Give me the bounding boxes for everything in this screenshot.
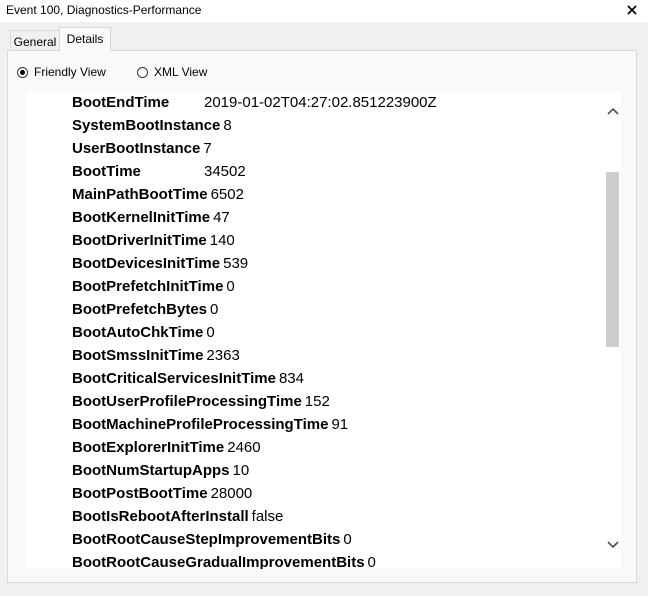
event-data-key: BootPrefetchBytes (72, 300, 208, 318)
xml-view-radio[interactable]: XML View (137, 64, 207, 80)
event-data-key: BootPrefetchInitTime (72, 277, 224, 295)
tab-general[interactable]: General (10, 30, 60, 50)
event-data-row: BootSmssInitTime 2363 (72, 345, 240, 365)
friendly-view-radio[interactable]: Friendly View (17, 64, 106, 80)
event-data-row: BootCriticalServicesInitTime 834 (72, 368, 304, 388)
event-data-row: BootDevicesInitTime 539 (72, 253, 248, 273)
event-data-value: 0 (343, 530, 352, 548)
title-bar: Event 100, Diagnostics-Performance (0, 0, 648, 22)
event-data-row: BootTime 34502 (72, 161, 246, 181)
event-data-row: BootMachineProfileProcessingTime 91 (72, 414, 348, 434)
event-data-value: 8 (223, 116, 232, 134)
event-data-key: BootTime (72, 162, 141, 180)
event-data-row: BootPrefetchInitTime 0 (72, 276, 235, 296)
event-data-key: BootDevicesInitTime (72, 254, 221, 272)
event-data-value: 47 (213, 208, 230, 226)
event-data-row: BootUserProfileProcessingTime 152 (72, 391, 330, 411)
event-data-key: MainPathBootTime (72, 185, 208, 203)
event-data-view[interactable]: BootEndTime 2019-01-02T04:27:02.851223900… (26, 92, 604, 569)
friendly-view-label: Friendly View (34, 65, 106, 79)
event-data-value: 2019-01-02T04:27:02.851223900Z (204, 93, 437, 111)
event-data-value: 91 (331, 415, 349, 433)
radio-unselected-icon (137, 66, 148, 78)
event-data-key: BootRootCauseGradualImprovementBits (72, 553, 365, 570)
chevron-up-icon[interactable] (604, 102, 621, 119)
event-data-key: BootRootCauseStepImprovementBits (72, 530, 341, 548)
event-data-key: BootIsRebootAfterInstall (72, 507, 249, 525)
event-data-key: BootUserProfileProcessingTime (72, 392, 302, 410)
event-data-value: 6502 (210, 185, 244, 203)
event-data-row: BootExplorerInitTime 2460 (72, 437, 261, 457)
event-data-row: BootPrefetchBytes 0 (72, 299, 218, 319)
event-data-row: BootNumStartupApps 10 (72, 460, 249, 480)
event-data-value: 34502 (204, 162, 246, 180)
event-data-row: BootPostBootTime 28000 (72, 483, 252, 503)
radio-selected-icon (17, 66, 28, 78)
details-panel: Friendly View XML View BootEndTime 2019-0… (7, 50, 637, 583)
tab-details[interactable]: Details (59, 27, 111, 51)
window-title: Event 100, Diagnostics-Performance (6, 3, 202, 17)
event-data-value: 2363 (206, 346, 240, 364)
event-data-key: BootNumStartupApps (72, 461, 230, 479)
event-data-key: BootEndTime (72, 93, 170, 111)
vertical-scrollbar[interactable] (604, 92, 621, 569)
event-data-value: 152 (304, 392, 330, 410)
event-data-row: BootIsRebootAfterInstall false (72, 506, 283, 526)
event-data-key: BootPostBootTime (72, 484, 208, 502)
event-data-value: 0 (367, 553, 376, 570)
event-data-row: BootRootCauseStepImprovementBits 0 (72, 529, 352, 549)
event-data-key: BootCriticalServicesInitTime (72, 369, 276, 387)
event-data-key: BootMachineProfileProcessingTime (72, 415, 329, 433)
event-data-key: BootKernelInitTime (72, 208, 211, 226)
event-data-row: BootDriverInitTime 140 (72, 230, 235, 250)
event-data-key: BootDriverInitTime (72, 231, 207, 249)
event-data-value: 10 (232, 461, 250, 479)
event-data-value: 834 (278, 369, 304, 387)
event-data-value: 0 (226, 277, 235, 295)
event-data-value: 2460 (227, 438, 261, 456)
event-data-key: UserBootInstance (72, 139, 201, 157)
close-icon[interactable] (622, 0, 642, 20)
event-data-row: UserBootInstance 7 (72, 138, 212, 158)
event-data-value: 0 (206, 323, 215, 341)
event-data-key: BootExplorerInitTime (72, 438, 225, 456)
event-data-row: BootRootCauseGradualImprovementBits 0 (72, 552, 376, 570)
event-data-key: BootAutoChkTime (72, 323, 204, 341)
event-data-row: BootKernelInitTime 47 (72, 207, 230, 227)
scrollbar-thumb[interactable] (606, 172, 619, 347)
xml-view-label: XML View (154, 65, 208, 79)
event-data-row: BootAutoChkTime 0 (72, 322, 215, 342)
event-data-value: 28000 (210, 484, 253, 502)
chevron-down-icon[interactable] (604, 536, 621, 553)
event-data-value: 7 (203, 139, 212, 157)
tab-strip: General Details (0, 22, 648, 51)
event-data-value: 539 (223, 254, 249, 272)
event-data-row: MainPathBootTime 6502 (72, 184, 244, 204)
event-data-row: BootEndTime 2019-01-02T04:27:02.851223900… (72, 92, 437, 112)
event-data-row: SystemBootInstance 8 (72, 115, 232, 135)
event-data-value: 140 (209, 231, 235, 249)
event-data-value: false (251, 507, 284, 525)
event-data-key: BootSmssInitTime (72, 346, 204, 364)
event-data-value: 0 (210, 300, 219, 318)
event-data-key: SystemBootInstance (72, 116, 221, 134)
